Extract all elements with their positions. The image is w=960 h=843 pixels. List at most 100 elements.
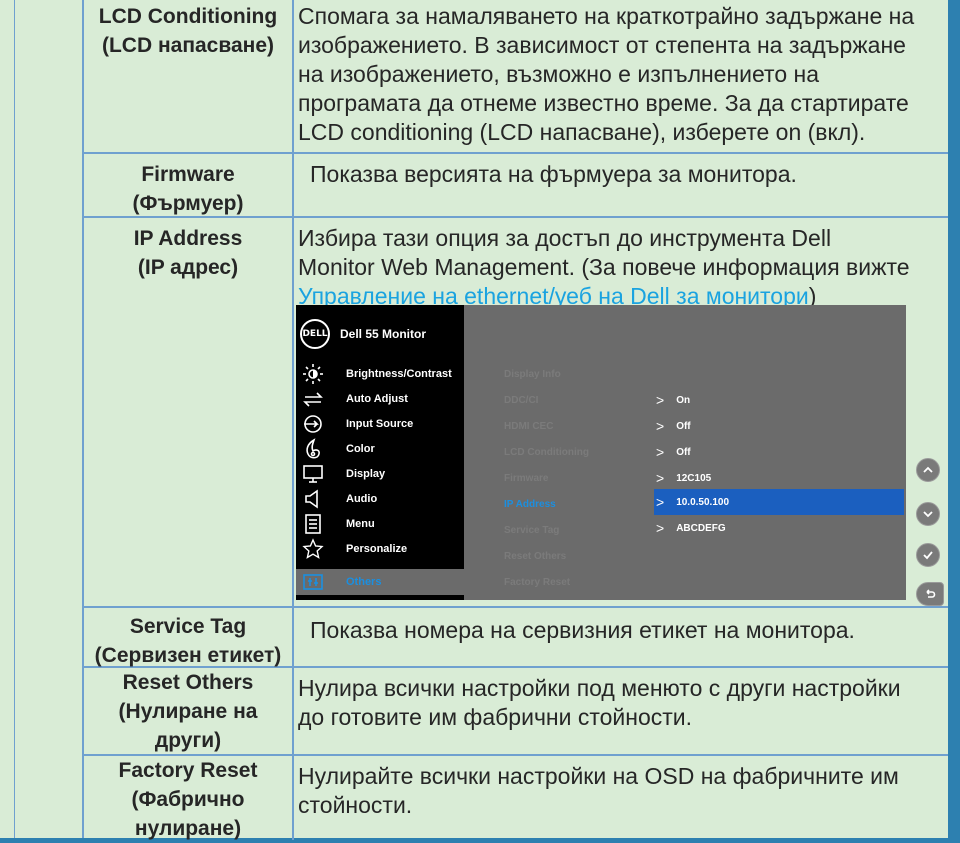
option-name-cell: LCD Conditioning (LCD напасване) — [84, 0, 294, 152]
osd-menu-screenshot: DELL Dell 55 Monitor Brightness/Contrast… — [296, 305, 906, 600]
description-line: LCD conditioning (LCD напасване), избере… — [298, 119, 866, 145]
description-line: Показва номера на сервизния етикет на мо… — [310, 617, 855, 643]
menu-label: Personalize — [346, 543, 408, 555]
check-icon — [923, 551, 933, 560]
osd-menu-auto-adjust[interactable]: Auto Adjust — [296, 386, 464, 412]
description-line: Спомага за намаляването на краткотрайно … — [298, 3, 915, 29]
description-line: Нулира всички настройки под менюто с дру… — [298, 675, 901, 701]
osd-option-lcd-conditioning[interactable]: LCD Conditioning — [504, 441, 644, 463]
menu-label: Display — [346, 468, 386, 480]
osd-divider — [296, 595, 464, 600]
display-icon — [300, 461, 326, 487]
description-line: на изображението, възможно е изпълнениет… — [298, 61, 820, 87]
osd-value-ip-address[interactable]: >10.0.50.100 — [654, 489, 904, 515]
option-name: Firmware — [141, 163, 235, 186]
option-name: LCD Conditioning — [98, 5, 278, 28]
menu-label: Menu — [346, 518, 375, 530]
option-name-cell: Reset Others (Нулиране на други) — [84, 668, 294, 754]
osd-sidebar: DELL Dell 55 Monitor Brightness/Contrast… — [296, 305, 464, 600]
value-text: ABCDEFG — [676, 522, 726, 534]
menu-label: Input Source — [346, 418, 414, 430]
menu-label: Audio — [346, 493, 378, 505]
audio-icon — [300, 486, 326, 512]
osd-value-ddc-ci[interactable]: > On — [654, 387, 904, 413]
osd-menu-menu[interactable]: Menu — [296, 511, 464, 537]
option-name-translation: (Нулиране на — [118, 700, 258, 723]
description-line: Избира тази опция за достъп до инструмен… — [298, 225, 832, 251]
osd-menu-personalize[interactable]: Personalize — [296, 536, 464, 562]
back-button[interactable] — [916, 582, 944, 606]
osd-value-lcd-conditioning[interactable]: > Off — [654, 439, 904, 465]
menu-label: Auto Adjust — [346, 393, 408, 405]
description-line: до готовите им фабрични стойности. — [298, 704, 693, 730]
menu-label: Brightness/Contrast — [346, 368, 452, 380]
description-line: изображението. В зависимост от степента … — [298, 32, 906, 58]
osd-title: Dell 55 Monitor — [340, 327, 427, 341]
back-icon — [926, 589, 936, 598]
value-text: Off — [676, 446, 691, 458]
table-row-firmware: Firmware (Фърмуер) Показва версията на ф… — [84, 154, 948, 218]
chevron-right-icon: > — [656, 418, 665, 434]
osd-option-ip-address[interactable]: IP Address — [504, 493, 644, 515]
auto-adjust-icon — [300, 386, 326, 412]
osd-option-firmware[interactable]: Firmware — [504, 467, 644, 489]
input-source-icon — [300, 411, 326, 437]
menu-label: Color — [346, 443, 375, 455]
osd-menu-others[interactable]: Others — [296, 569, 464, 595]
osd-header: DELL Dell 55 Monitor — [300, 317, 426, 351]
option-name-translation: (Фърмуер) — [132, 192, 244, 215]
osd-menu-display[interactable]: Display — [296, 461, 464, 487]
option-name-translation: нулиране) — [134, 817, 242, 840]
option-name-translation: (LCD напасване) — [101, 34, 275, 57]
table-row-factory-reset: Factory Reset (Фабрично нулиране) Нулира… — [84, 756, 948, 840]
value-text: 12C105 — [676, 472, 712, 484]
option-name-translation: (Сервизен етикет) — [94, 644, 282, 667]
osd-menu-input-source[interactable]: Input Source — [296, 411, 464, 437]
osd-value-hdmi-cec[interactable]: > Off — [654, 413, 904, 439]
value-text: Off — [676, 420, 691, 432]
option-name-translation: (IP адрес) — [137, 256, 239, 279]
description-line: Показва версията на фърмуера за монитора… — [310, 161, 797, 187]
osd-value-firmware: >12C105 — [654, 465, 904, 491]
brightness-icon — [300, 361, 326, 387]
option-name-cell: Firmware (Фърмуер) — [84, 154, 294, 216]
menu-label: Others — [346, 576, 382, 588]
osd-option-ddc-ci[interactable]: DDC/CI — [504, 389, 644, 411]
osd-option-hdmi-cec[interactable]: HDMI CEC — [504, 415, 644, 437]
option-description-cell: Показва версията на фърмуера за монитора… — [296, 154, 946, 216]
chevron-right-icon: > — [656, 470, 665, 486]
option-description-cell: Показва номера на сервизния етикет на мо… — [296, 608, 946, 666]
osd-option-service-tag[interactable]: Service Tag — [504, 519, 644, 541]
table-row-reset-others: Reset Others (Нулиране на други) Нулира … — [84, 668, 948, 756]
table-left-margin — [0, 0, 84, 838]
osd-option-display-info[interactable]: Display Info — [504, 363, 644, 385]
color-icon — [300, 436, 326, 462]
chevron-right-icon: > — [656, 494, 665, 510]
star-icon — [300, 536, 326, 562]
osd-menu-audio[interactable]: Audio — [296, 486, 464, 512]
osd-option-factory-reset[interactable]: Factory Reset — [504, 571, 644, 593]
osd-option-reset-others[interactable]: Reset Others — [504, 545, 644, 567]
option-name: IP Address — [133, 227, 243, 250]
option-description-cell: Нулира всички настройки под менюто с дру… — [296, 668, 946, 754]
option-name-cell: IP Address (IP адрес) — [84, 218, 294, 606]
others-icon — [300, 569, 326, 595]
osd-menu-brightness-contrast[interactable]: Brightness/Contrast — [296, 361, 464, 387]
down-arrow-icon — [923, 511, 933, 518]
up-arrow-button[interactable] — [916, 458, 940, 482]
up-arrow-icon — [923, 466, 933, 473]
osd-menu-color[interactable]: Color — [296, 436, 464, 462]
chevron-right-icon: > — [656, 444, 665, 460]
option-name-translation: други) — [154, 729, 222, 752]
chevron-right-icon: > — [656, 392, 665, 408]
option-name-cell: Service Tag (Сервизен етикет) — [84, 608, 294, 667]
down-arrow-button[interactable] — [916, 502, 940, 526]
option-name-cell: Factory Reset (Фабрично нулиране) — [84, 756, 294, 840]
option-description-cell: Спомага за намаляването на краткотрайно … — [296, 0, 946, 152]
confirm-button[interactable] — [916, 543, 940, 567]
menu-icon — [300, 511, 326, 537]
table-row-service-tag: Service Tag (Сервизен етикет) Показва но… — [84, 608, 948, 668]
option-name: Factory Reset — [118, 759, 258, 782]
dell-logo: DELL — [300, 319, 330, 349]
osd-value-service-tag: > ABCDEFG — [654, 515, 904, 541]
